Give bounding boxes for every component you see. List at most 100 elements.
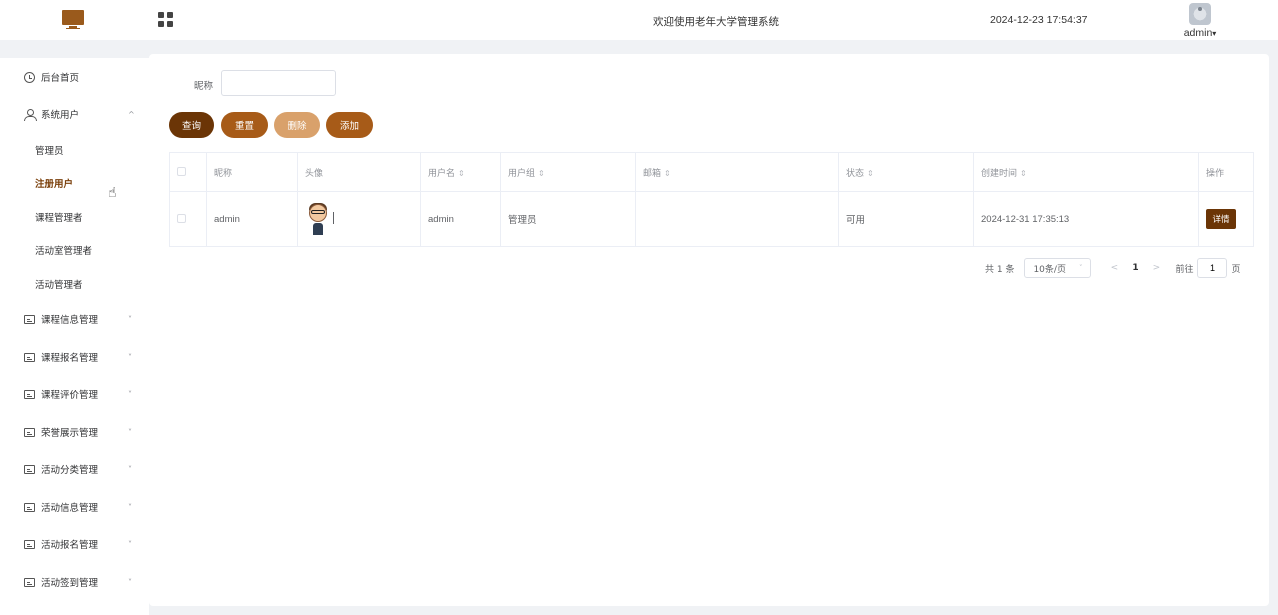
sidebar-item-label: 活动报名管理 [41, 540, 99, 551]
sort-icon[interactable]: ⇕ [458, 169, 465, 178]
table-row: admin admin 管理员 可用 2024-12-31 17:35:13 详… [169, 191, 1254, 247]
card-icon [24, 464, 35, 474]
goto-label: 前往 [1175, 264, 1194, 275]
column-header-username[interactable]: 用户名 ⇕ [420, 152, 501, 192]
sidebar-item-label: 活动分类管理 [41, 465, 99, 476]
column-header-actions: 操作 [1198, 152, 1254, 192]
nickname-search-input[interactable] [221, 70, 336, 96]
column-header-nickname: 昵称 [206, 152, 298, 192]
sidebar-item-system-users[interactable]: 系统用户 ^ [0, 99, 149, 129]
users-table: 昵称 头像 用户名 ⇕ 用户组 ⇕ 邮箱 ⇕ 状态 ⇕ 创建时间 ⇕ 操作 admin a… [169, 152, 1254, 247]
cell-username: admin [420, 191, 501, 247]
cell-created: 2024-12-31 17:35:13 [973, 191, 1199, 247]
row-select-cell [169, 191, 207, 247]
chevron-down-icon: ˅ [128, 352, 132, 362]
sort-icon[interactable]: ⇕ [664, 169, 671, 178]
sidebar-item-label: 后台首页 [41, 73, 80, 84]
chevron-up-icon: ^ [128, 109, 135, 119]
detail-button[interactable]: 详情 [1206, 209, 1236, 229]
nickname-search-label: 昵称 [194, 81, 214, 92]
page-jump-input[interactable] [1197, 258, 1228, 278]
sidebar-item-course-review[interactable]: 课程评价管理 ˅ [0, 379, 149, 409]
sidebar-subitem-room-managers[interactable]: 活动室管理者 [0, 235, 149, 265]
page-size-select[interactable]: 10条/页 ˅ [1024, 258, 1092, 278]
pagination-total: 共 1 条 [985, 264, 1015, 275]
chevron-down-icon: ˅ [128, 427, 132, 437]
sidebar-subitem-label: 活动管理者 [35, 280, 83, 291]
sidebar-subitem-course-managers[interactable]: 课程管理者 [0, 202, 149, 232]
column-header-created[interactable]: 创建时间 ⇕ [973, 152, 1199, 192]
page-size-value: 10条/页 [1033, 264, 1066, 275]
row-checkbox[interactable] [177, 214, 186, 224]
add-button[interactable]: 添加 [326, 112, 373, 138]
sidebar-item-label: 系统用户 [41, 110, 80, 121]
sidebar-subitem-activity-managers[interactable]: 活动管理者 [0, 269, 149, 299]
sidebar-item-course-signup[interactable]: 课程报名管理 ˅ [0, 342, 149, 372]
user-icon [24, 108, 37, 121]
chevron-down-icon: ˅ [128, 389, 132, 399]
sidebar-item-home[interactable]: 后台首页 [0, 62, 149, 92]
card-icon [24, 352, 35, 362]
next-page-button[interactable]: > [1149, 263, 1163, 273]
column-header-group[interactable]: 用户组 ⇕ [500, 152, 636, 192]
current-datetime: 2024-12-23 17:54:37 [990, 14, 1088, 26]
table-header-row: 昵称 头像 用户名 ⇕ 用户组 ⇕ 邮箱 ⇕ 状态 ⇕ 创建时间 ⇕ 操作 [169, 152, 1254, 192]
card-icon [24, 427, 35, 437]
username-label: admin [1183, 27, 1213, 39]
sidebar-item-activity-info[interactable]: 活动信息管理 ˅ [0, 492, 149, 522]
pagination: 共 1 条 10条/页 ˅ < 1 > 前往 页 [985, 258, 1240, 278]
cell-email [635, 191, 839, 247]
card-icon [24, 314, 35, 324]
sidebar-subitem-registered-users[interactable]: 注册用户 [0, 168, 149, 198]
main-panel: 昵称 查询 重置 删除 添加 昵称 头像 用户名 ⇕ 用户组 ⇕ 邮箱 ⇕ 状态 ⇕ 创… [149, 54, 1269, 606]
sidebar: 后台首页 系统用户 ^ 管理员 注册用户 课程管理者 活动室管理者 活动管理者 … [0, 58, 149, 615]
sidebar-subitem-label: 管理员 [35, 146, 64, 157]
sidebar-item-label: 活动信息管理 [41, 503, 99, 514]
hand-cursor-icon: ☝ [108, 185, 117, 201]
cell-group: 管理员 [500, 191, 636, 247]
card-icon [24, 502, 35, 512]
reset-button[interactable]: 重置 [221, 112, 268, 138]
select-all-checkbox[interactable] [177, 167, 186, 176]
sidebar-item-honor-display[interactable]: 荣誉展示管理 ˅ [0, 417, 149, 447]
select-all-cell [169, 152, 207, 192]
sidebar-item-activity-category[interactable]: 活动分类管理 ˅ [0, 454, 149, 484]
sidebar-subitem-label: 注册用户 [35, 179, 74, 190]
clock-icon [24, 71, 35, 83]
sort-icon[interactable]: ⇕ [538, 169, 545, 178]
prev-page-button[interactable]: < [1107, 263, 1121, 273]
chevron-down-icon: ˅ [128, 577, 132, 587]
sidebar-subitem-admins[interactable]: 管理员 [0, 135, 149, 165]
chevron-down-icon: ˅ [128, 314, 132, 324]
chevron-down-icon: ▾ [1212, 29, 1217, 38]
chevron-down-icon: ˅ [128, 502, 132, 512]
card-icon [24, 539, 35, 549]
sidebar-item-label: 课程评价管理 [41, 390, 99, 401]
cell-avatar [297, 191, 421, 247]
sidebar-item-label: 课程报名管理 [41, 353, 99, 364]
card-icon [24, 577, 35, 587]
cartoon-avatar-icon [305, 202, 334, 236]
user-avatar-icon [1189, 3, 1211, 25]
search-button[interactable]: 查询 [169, 112, 214, 138]
chevron-down-icon: ˅ [128, 464, 132, 474]
sort-icon[interactable]: ⇕ [867, 169, 874, 178]
sidebar-item-activity-signup[interactable]: 活动报名管理 ˅ [0, 529, 149, 559]
sidebar-item-activity-checkin[interactable]: 活动签到管理 ˅ [0, 567, 149, 597]
sort-icon[interactable]: ⇕ [1020, 169, 1027, 178]
cell-nickname: admin [206, 191, 298, 247]
column-header-status[interactable]: 状态 ⇕ [838, 152, 974, 192]
user-menu[interactable]: admin▾ [1180, 3, 1220, 39]
sidebar-item-label: 荣誉展示管理 [41, 428, 99, 439]
delete-button[interactable]: 删除 [274, 112, 320, 138]
cell-status: 可用 [838, 191, 974, 247]
page-number-1[interactable]: 1 [1121, 263, 1149, 273]
sidebar-item-course-info[interactable]: 课程信息管理 ˅ [0, 304, 149, 334]
sidebar-subitem-label: 课程管理者 [35, 213, 83, 224]
sidebar-item-label: 活动签到管理 [41, 578, 99, 589]
chevron-down-icon: ˅ [128, 539, 132, 549]
column-header-email[interactable]: 邮箱 ⇕ [635, 152, 839, 192]
cell-actions: 详情 [1198, 191, 1254, 247]
sidebar-item-label: 课程信息管理 [41, 315, 99, 326]
chevron-down-icon: ˅ [1078, 264, 1083, 272]
